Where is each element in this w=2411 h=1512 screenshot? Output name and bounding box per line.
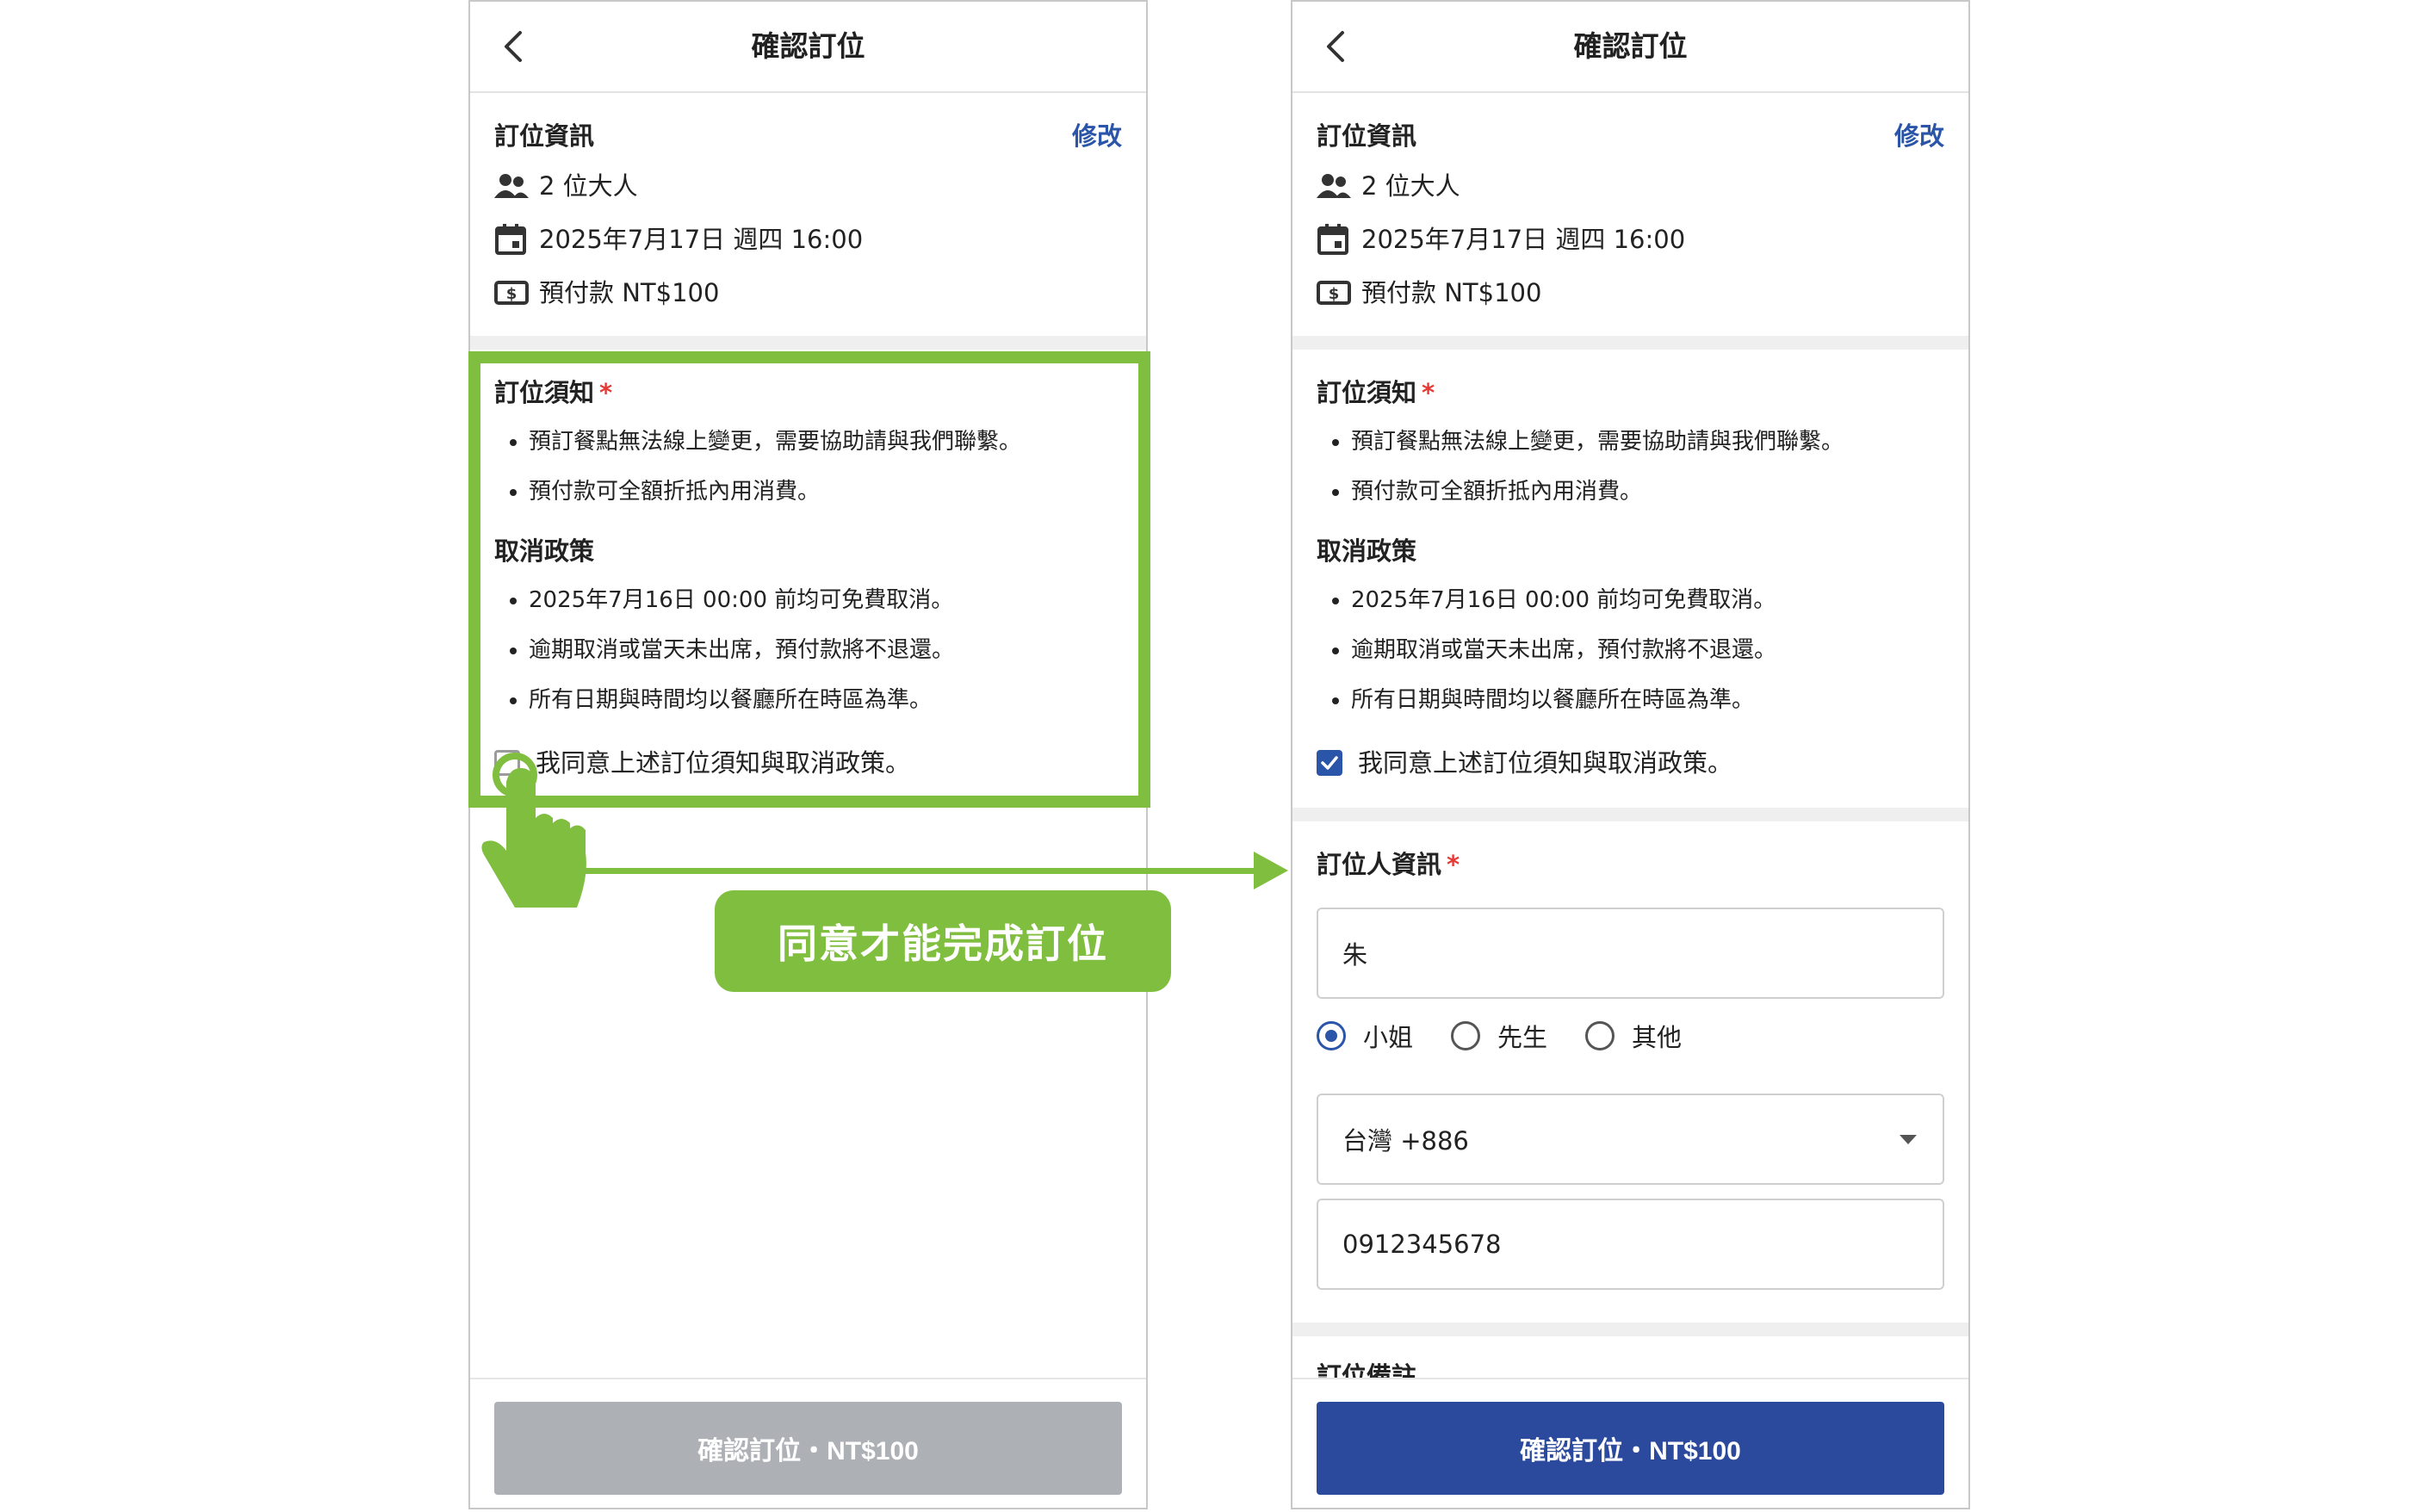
arrow-line [568,868,1257,874]
callout-label: 同意才能完成訂位 [715,890,1171,992]
datetime-row: 2025年7月17日 週四 16:00 [1317,224,1685,255]
divider [1292,808,1968,821]
phone-value: 0912345678 [1342,1230,1502,1259]
cancel-policy-title: 取消政策 [1317,536,1417,566]
radio-label[interactable]: 先生 [1497,1018,1547,1054]
calendar-icon [1317,224,1348,255]
agree-label: 我同意上述訂位須知與取消政策。 [1358,748,1733,778]
edit-link[interactable]: 修改 [1894,121,1944,152]
list-item: 所有日期與時間均以餐廳所在時區為準。 [1351,685,1776,735]
deposit-text: 預付款 NT$100 [539,278,720,307]
country-code-value: 台灣 +886 [1342,1126,1469,1156]
guests-row: 2 位大人 [494,170,638,201]
confirm-booking-button[interactable]: 確認訂位・NT$100 [1317,1402,1944,1495]
radio-mr[interactable] [1451,1021,1481,1050]
calendar-icon [495,224,526,255]
pointing-hand-icon [481,753,586,908]
page-title: 確認訂位 [751,29,865,63]
divider [1292,1323,1968,1336]
header: 確認訂位 [1292,2,1968,93]
footer: 確認訂位・NT$100 [1292,1378,1968,1508]
arrow-head [1254,852,1288,889]
people-icon [1317,174,1351,198]
list-item: 預訂餐點無法線上變更，需要協助請與我們聯繫。 [1351,427,1844,477]
deposit-text: 預付款 NT$100 [1361,278,1542,307]
radio-label[interactable]: 其他 [1632,1018,1682,1054]
phone-screen-after: 確認訂位 訂位資訊 修改 2 位大人 2025年7月17日 週四 16:00 $… [1291,0,1970,1509]
list-item: 逾期取消或當天未出席，預付款將不退還。 [1351,635,1776,685]
agree-row[interactable]: 我同意上述訂位須知與取消政策。 [1317,747,1732,778]
guests-text: 2 位大人 [539,171,638,201]
agree-checkbox[interactable] [1317,750,1342,776]
country-code-select[interactable]: 台灣 +886 [1317,1094,1944,1185]
cancel-policy-list: 2025年7月16日 00:00 前均可免費取消。 逾期取消或當天未出席，預付款… [1317,586,1776,735]
checkmark-icon [1321,756,1338,770]
datetime-text: 2025年7月17日 週四 16:00 [539,225,864,254]
page-title: 確認訂位 [1573,29,1688,63]
name-value: 朱 [1342,940,1368,970]
footer: 確認訂位・NT$100 [470,1378,1146,1508]
phone-input[interactable]: 0912345678 [1317,1199,1944,1290]
header: 確認訂位 [470,2,1146,93]
name-input[interactable]: 朱 [1317,908,1944,999]
divider [470,336,1146,350]
edit-link[interactable]: 修改 [1072,121,1122,152]
list-item: 2025年7月16日 00:00 前均可免費取消。 [1351,586,1776,635]
salutation-group: 小姐 先生 其他 [1317,1018,1720,1054]
required-mark: * [1422,378,1435,407]
svg-text:$: $ [506,285,518,303]
caret-down-icon [1900,1135,1917,1144]
datetime-row: 2025年7月17日 週四 16:00 [494,224,863,255]
money-icon: $ [1317,281,1351,305]
datetime-text: 2025年7月17日 週四 16:00 [1361,225,1686,254]
deposit-row: $ 預付款 NT$100 [1317,277,1541,308]
booking-info-title: 訂位資訊 [1317,121,1417,151]
guests-text: 2 位大人 [1361,171,1460,201]
notice-title: 訂位須知 * [1317,378,1435,407]
confirm-booking-button[interactable]: 確認訂位・NT$100 [494,1402,1122,1495]
highlight-frame [468,351,1150,808]
money-icon: $ [494,281,529,305]
people-icon [494,174,529,198]
contact-title: 訂位人資訊 * [1317,850,1460,879]
svg-text:$: $ [1329,285,1340,303]
radio-other[interactable] [1585,1021,1615,1050]
guests-row: 2 位大人 [1317,170,1460,201]
divider [1292,336,1968,350]
radio-miss[interactable] [1317,1021,1346,1050]
booking-info-title: 訂位資訊 [494,121,595,151]
radio-label[interactable]: 小姐 [1363,1018,1413,1054]
notice-list: 預訂餐點無法線上變更，需要協助請與我們聯繫。 預付款可全額折抵內用消費。 [1317,427,1844,527]
list-item: 預付款可全額折抵內用消費。 [1351,477,1844,527]
deposit-row: $ 預付款 NT$100 [494,277,719,308]
required-mark: * [1447,850,1460,879]
